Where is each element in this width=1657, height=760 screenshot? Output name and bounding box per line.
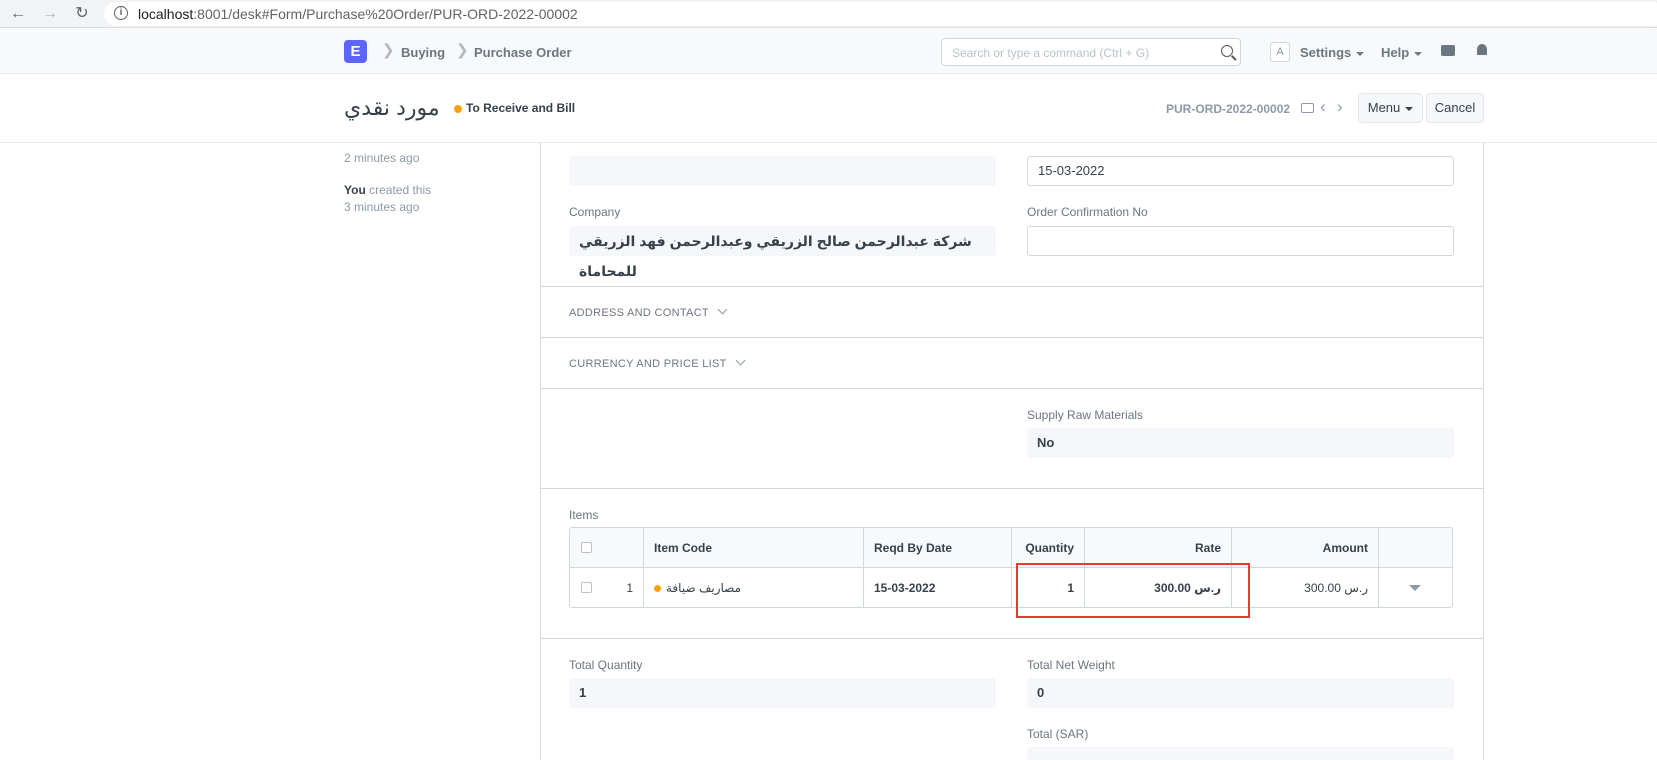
item-code-cell[interactable]: مصاريف ضيافة: [644, 568, 864, 607]
status-badge: To Receive and Bill: [466, 101, 576, 115]
total-quantity-field: 1: [569, 678, 996, 708]
header-item-code: Item Code: [644, 528, 864, 568]
chevron-right-icon: ❯: [456, 42, 469, 59]
total-sar-label: Total (SAR): [1027, 727, 1089, 741]
supply-raw-materials-label: Supply Raw Materials: [1027, 408, 1144, 422]
company-field[interactable]: شركة عبدالرحمن صالح الزريقي وعبدالرحمن ف…: [569, 226, 996, 279]
menu-label: Menu: [1367, 100, 1401, 115]
timeline-created-time: 3 minutes ago: [344, 200, 420, 214]
caret-down-icon: [1409, 585, 1421, 591]
forward-icon[interactable]: →: [40, 4, 60, 24]
header-amount: Amount: [1232, 528, 1379, 568]
section-divider: [540, 286, 1484, 287]
caret-down-icon: [1356, 51, 1365, 56]
header-rate: Rate: [1085, 528, 1232, 568]
chevron-down-icon: [735, 355, 746, 366]
row-index: 1: [626, 581, 633, 595]
url-text[interactable]: localhost:8001/desk#Form/Purchase%20Orde…: [138, 6, 578, 22]
browser-toolbar: ← → ↻ i localhost:8001/desk#Form/Purchas…: [0, 0, 1657, 28]
total-quantity-label: Total Quantity: [569, 658, 643, 672]
supplier-name-arabic-field[interactable]: [569, 156, 996, 186]
chevron-right-icon: ❯: [382, 42, 395, 59]
info-icon[interactable]: i: [114, 6, 128, 20]
address-contact-heading: ADDRESS AND CONTACT: [569, 307, 709, 319]
chevron-down-icon: [717, 304, 728, 315]
header-quantity: Quantity: [1012, 528, 1085, 568]
status-indicator-icon: [454, 105, 462, 113]
avatar[interactable]: A: [1270, 42, 1290, 62]
address-contact-section-toggle[interactable]: ADDRESS AND CONTACT: [569, 304, 728, 319]
caret-down-icon: [1414, 51, 1423, 56]
status-dot-icon: [654, 585, 661, 593]
page-title: مورد نقدي: [344, 95, 440, 120]
select-all-checkbox[interactable]: [581, 542, 592, 553]
total-net-weight-field: 0: [1027, 678, 1454, 708]
next-doc-icon[interactable]: ›: [1337, 97, 1343, 117]
timeline-action: created this: [365, 183, 432, 197]
cancel-button[interactable]: Cancel: [1426, 93, 1484, 123]
section-divider: [540, 638, 1484, 639]
settings-dropdown[interactable]: Settings: [1300, 45, 1365, 60]
menu-button[interactable]: Menu: [1358, 93, 1423, 123]
items-label: Items: [569, 508, 599, 522]
section-divider: [540, 337, 1484, 338]
reload-icon[interactable]: ↻: [72, 4, 92, 24]
timeline-edited-time: 2 minutes ago: [344, 151, 420, 165]
currency-price-list-section-toggle[interactable]: CURRENCY AND PRICE LIST: [569, 355, 746, 370]
settings-label: Settings: [1300, 45, 1352, 60]
search-input[interactable]: Search or type a command (Ctrl + G): [941, 38, 1241, 66]
search-placeholder: Search or type a command (Ctrl + G): [952, 46, 1150, 60]
table-header: Item Code Reqd By Date Quantity Rate Amo…: [570, 528, 1452, 568]
items-table: Item Code Reqd By Date Quantity Rate Amo…: [569, 527, 1453, 608]
row-index-cell: 1: [570, 568, 644, 607]
currency-price-list-heading: CURRENCY AND PRICE LIST: [569, 358, 727, 370]
total-sar-field: [1027, 747, 1454, 760]
bell-icon[interactable]: [1477, 44, 1487, 55]
section-divider: [540, 488, 1484, 489]
help-dropdown[interactable]: Help: [1381, 45, 1423, 60]
address-bar[interactable]: i localhost:8001/desk#Form/Purchase%20Or…: [104, 2, 1657, 26]
header-actions: [1379, 528, 1452, 568]
total-net-weight-label: Total Net Weight: [1027, 658, 1115, 672]
prev-doc-icon[interactable]: ‹: [1320, 97, 1326, 117]
row-expand-cell[interactable]: [1379, 568, 1452, 607]
order-confirmation-label: Order Confirmation No: [1027, 205, 1148, 219]
app-logo[interactable]: E: [344, 40, 367, 63]
chat-icon[interactable]: [1441, 45, 1455, 56]
reqd-by-date-cell[interactable]: 15-03-2022: [864, 568, 1012, 607]
search-icon: [1221, 45, 1233, 57]
help-label: Help: [1381, 45, 1410, 60]
caret-down-icon: [1405, 106, 1414, 111]
app-navbar: E ❯ Buying ❯ Purchase Order Search or ty…: [0, 28, 1657, 74]
section-divider: [540, 388, 1484, 389]
breadcrumb-buying[interactable]: Buying: [401, 45, 445, 60]
supply-raw-materials-field[interactable]: No: [1027, 428, 1454, 458]
document-name: PUR-ORD-2022-00002: [1166, 102, 1291, 116]
item-code-value: مصاريف ضيافة: [666, 581, 742, 595]
reqd-by-date-field[interactable]: 15-03-2022: [1027, 156, 1454, 186]
back-icon[interactable]: ←: [8, 4, 28, 24]
print-icon[interactable]: [1301, 103, 1314, 113]
row-checkbox[interactable]: [581, 582, 592, 593]
timeline-actor: You: [344, 183, 366, 197]
amount-cell: ر.س 300.00: [1232, 568, 1379, 607]
breadcrumb-purchase-order[interactable]: Purchase Order: [474, 45, 572, 60]
timeline-created: You created this: [344, 182, 431, 199]
header-select-cell: [570, 528, 644, 568]
company-label: Company: [569, 205, 621, 219]
highlight-box: [1016, 563, 1250, 618]
table-row[interactable]: 1 مصاريف ضيافة 15-03-2022 1 ر.س 300.00 ر…: [570, 568, 1452, 607]
page-head: مورد نقدي To Receive and Bill PUR-ORD-20…: [0, 75, 1657, 143]
order-confirmation-field[interactable]: [1027, 226, 1454, 256]
header-reqd-by-date: Reqd By Date: [864, 528, 1012, 568]
